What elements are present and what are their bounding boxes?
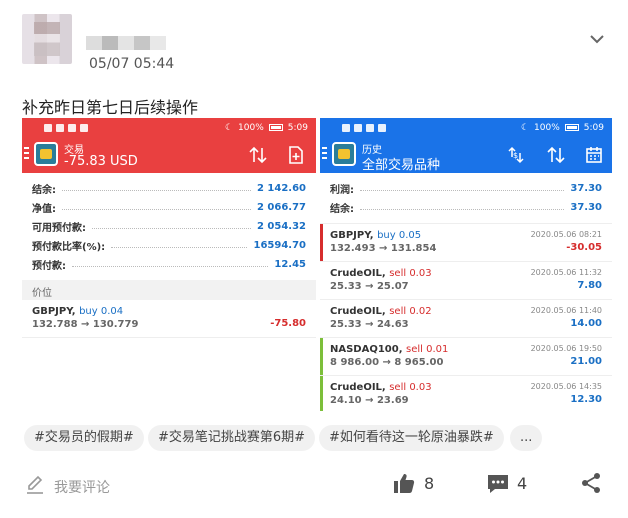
- trade-row[interactable]: NASDAQ100, sell 0.01 8 986.00 → 8 965.00…: [320, 338, 612, 376]
- topic-tag[interactable]: #交易员的假期#: [24, 425, 144, 451]
- section-header: 价位: [22, 280, 316, 300]
- history-screenshot[interactable]: ☾ 100% 5:09 历史 全部交易品种 $ 利润: 37.30 结余: 37.3…: [320, 118, 612, 411]
- moon-icon: ☾: [224, 122, 234, 133]
- summary-row: 预付款比率(%): 16594.70: [32, 240, 306, 253]
- thumbs-up-icon[interactable]: [393, 472, 415, 494]
- position-row[interactable]: GBPJPY, buy 0.04 132.788 → 130.779 -75.8…: [22, 300, 316, 338]
- topic-tag[interactable]: #交易笔记挑战赛第6期#: [148, 425, 316, 451]
- status-bar: ☾ 100% 5:09: [22, 118, 316, 137]
- summary-row: 结余: 37.30: [330, 202, 602, 215]
- avatar[interactable]: [22, 14, 72, 64]
- username-blurred[interactable]: [86, 36, 166, 50]
- sort-icon[interactable]: [546, 145, 566, 165]
- like-count: 8: [424, 474, 435, 493]
- svg-text:$: $: [513, 151, 518, 160]
- status-bar: ☾ 100% 5:09: [320, 118, 612, 137]
- app-bar: 历史 全部交易品种 $: [320, 137, 612, 173]
- share-icon[interactable]: [580, 472, 602, 494]
- sort-icon[interactable]: [248, 145, 268, 165]
- summary-row: 利润: 37.30: [330, 183, 602, 196]
- calendar-icon[interactable]: [584, 145, 604, 165]
- symbol-filter-icon[interactable]: $: [506, 145, 526, 165]
- edit-icon[interactable]: [24, 474, 46, 496]
- summary-row: 结余: 2 142.60: [32, 183, 306, 196]
- trade-row[interactable]: CrudeOIL, sell 0.03 25.33 → 25.07 2020.0…: [320, 262, 612, 300]
- battery-icon: [564, 124, 579, 131]
- new-order-icon[interactable]: [286, 145, 306, 165]
- app-bar: 交易 -75.83 USD: [22, 137, 316, 173]
- chevron-down-icon[interactable]: [588, 30, 606, 48]
- app-logo: [34, 142, 58, 166]
- trade-row[interactable]: GBPJPY, buy 0.05 132.493 → 131.854 2020.…: [320, 224, 612, 262]
- app-logo: [332, 142, 356, 166]
- topic-tag[interactable]: #如何看待这一轮原油暴跌#: [319, 425, 504, 451]
- summary-row: 可用预付款: 2 054.32: [32, 221, 306, 234]
- summary-row: 净值: 2 066.77: [32, 202, 306, 215]
- comment-count: 4: [517, 474, 528, 493]
- menu-icon[interactable]: [24, 147, 29, 161]
- more-tags-button[interactable]: ...: [510, 425, 543, 451]
- trade-screenshot[interactable]: ☾ 100% 5:09 交易 -75.83 USD 结余: 2 142.60 净值…: [22, 118, 316, 411]
- moon-icon: ☾: [520, 122, 530, 133]
- comment-input[interactable]: 我要评论: [54, 477, 110, 497]
- symbol-filter[interactable]: 全部交易品种: [362, 154, 440, 173]
- trade-row[interactable]: CrudeOIL, sell 0.02 25.33 → 24.63 2020.0…: [320, 300, 612, 338]
- summary-row: 预付款: 12.45: [32, 259, 306, 272]
- menu-icon[interactable]: [322, 147, 327, 161]
- battery-icon: [268, 124, 283, 131]
- comment-icon[interactable]: [486, 472, 510, 496]
- floating-pl: -75.83 USD: [64, 154, 138, 169]
- post-time: 05/07 05:44: [89, 56, 175, 72]
- post-text: 补充昨日第七日后续操作: [22, 98, 199, 117]
- trade-row[interactable]: CrudeOIL, sell 0.03 24.10 → 23.69 2020.0…: [320, 376, 612, 411]
